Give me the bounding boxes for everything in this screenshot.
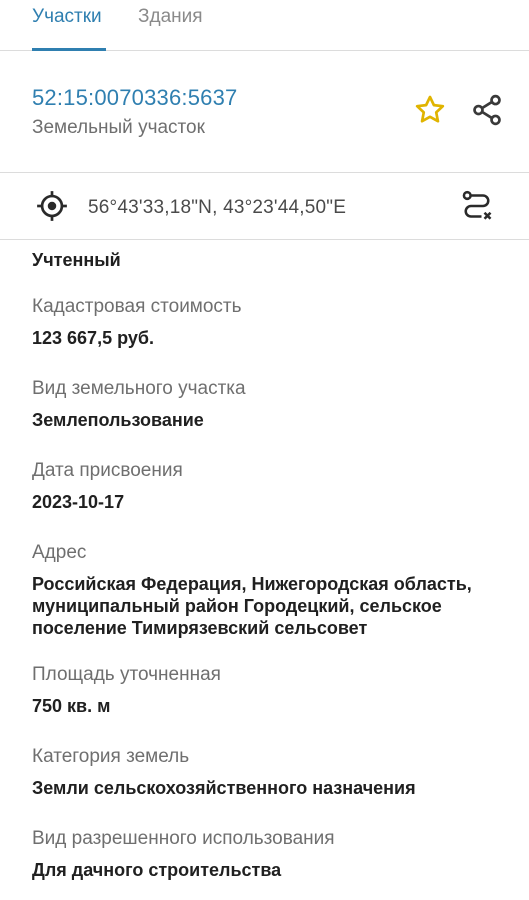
star-icon[interactable] [410, 90, 450, 130]
field-cadastral-value: Кадастровая стоимость 123 667,5 руб. [32, 295, 512, 349]
object-type: Земельный участок [32, 117, 205, 138]
field-label: Категория земель [32, 746, 190, 767]
field-value: Землепользование [32, 410, 204, 430]
field-value: 750 кв. м [32, 696, 111, 716]
field-value: Земли сельскохозяйственного назначения [32, 778, 416, 798]
field-label: Адрес [32, 542, 87, 563]
field-area: Площадь уточненная 750 кв. м [32, 663, 512, 717]
field-assign-date: Дата присвоения 2023-10-17 [32, 459, 512, 513]
field-permitted-use: Вид разрешенного использования Для дачно… [32, 827, 512, 881]
status-value: Учтенный [32, 250, 121, 270]
cadastral-number[interactable]: 52:15:0070336:5637 [32, 85, 237, 111]
share-icon[interactable] [467, 90, 507, 130]
field-parcel-kind: Вид земельного участка Землепользование [32, 377, 512, 431]
coordinates-text[interactable]: 56°43'33,18"N, 43°23'44,50"E [88, 197, 346, 219]
coordinates-bar: 56°43'33,18"N, 43°23'44,50"E [0, 173, 529, 240]
details-list: Учтенный Кадастровая стоимость 123 667,5… [32, 240, 512, 881]
field-label: Вид земельного участка [32, 378, 246, 399]
field-label: Кадастровая стоимость [32, 296, 242, 317]
route-icon[interactable] [457, 186, 497, 226]
field-label: Вид разрешенного использования [32, 828, 335, 849]
field-value: 123 667,5 руб. [32, 328, 154, 348]
tab-parcels[interactable]: Участки [32, 6, 102, 28]
field-value: 2023-10-17 [32, 492, 125, 512]
tab-buildings[interactable]: Здания [138, 6, 203, 28]
field-label: Дата присвоения [32, 460, 183, 481]
field-value: Для дачного строительства [32, 860, 282, 880]
crosshair-icon[interactable] [32, 186, 72, 226]
field-label: Площадь уточненная [32, 664, 221, 685]
field-value: Российская Федерация, Нижегородская обла… [32, 574, 472, 638]
tab-bar: Участки Здания [0, 0, 529, 51]
field-land-category: Категория земель Земли сельскохозяйствен… [32, 745, 512, 799]
field-address: Адрес Российская Федерация, Нижегородска… [32, 541, 512, 639]
